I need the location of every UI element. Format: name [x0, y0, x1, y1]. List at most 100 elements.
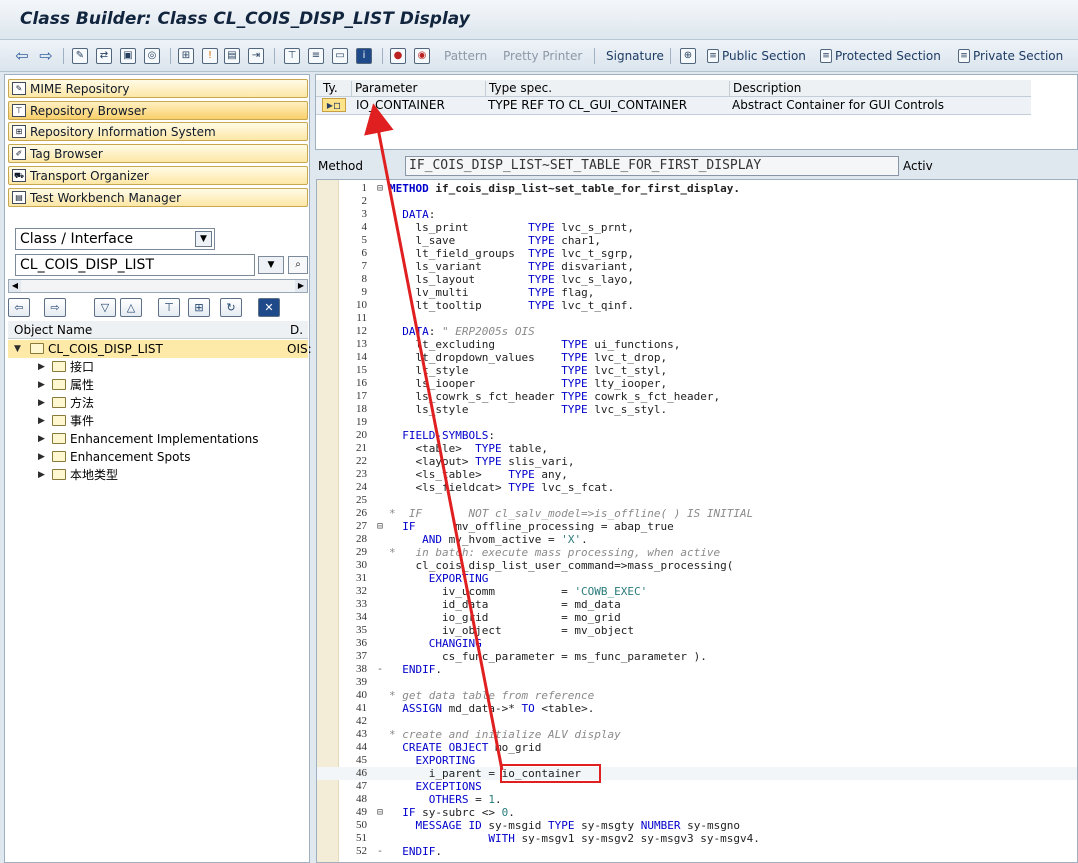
nav-transport-organizer[interactable]: ⛟ Transport Organizer — [8, 166, 308, 185]
tree-node-local-types[interactable]: ▶ 本地类型 — [8, 466, 308, 484]
nav-repository-information-system[interactable]: ⊞ Repository Information System — [8, 122, 308, 141]
signature-button[interactable]: Signature — [606, 46, 664, 66]
external-breakpoint-icon[interactable]: ◉ — [414, 46, 430, 66]
public-section-button[interactable]: ≡ Public Section — [707, 46, 806, 66]
collapse-icon[interactable]: ▽ — [94, 298, 116, 317]
code-line[interactable]: 33 id_data = md_data — [317, 598, 1077, 611]
where-used-icon[interactable]: ⊞ — [178, 46, 194, 66]
tree-node-methods[interactable]: ▶ 方法 — [8, 394, 308, 412]
code-line[interactable]: 28 AND mv_hvom_active = 'X'. — [317, 533, 1077, 546]
scroll-right-icon[interactable]: ▶ — [295, 280, 307, 292]
private-section-button[interactable]: ≡ Private Section — [958, 46, 1063, 66]
code-line[interactable]: 21 <table> TYPE table, — [317, 442, 1077, 455]
nav-repository-browser[interactable]: ⊤ Repository Browser — [8, 101, 308, 120]
collapsed-triangle-icon[interactable]: ▶ — [38, 376, 45, 394]
code-line[interactable]: 13 lt_excluding TYPE ui_functions, — [317, 338, 1077, 351]
code-line[interactable]: 23 <ls_table> TYPE any, — [317, 468, 1077, 481]
code-line[interactable]: 3 DATA: — [317, 208, 1077, 221]
code-line[interactable]: 29 * in batch: execute mass processing, w… — [317, 546, 1077, 559]
code-line[interactable]: 15 lt_style TYPE lvc_t_styl, — [317, 364, 1077, 377]
expanded-triangle-icon[interactable]: ▼ — [14, 340, 21, 358]
split-screen-icon[interactable]: ▭ — [332, 46, 348, 66]
tree-node-attributes[interactable]: ▶ 属性 — [8, 376, 308, 394]
code-line[interactable]: 18 ls_style TYPE lvc_s_styl. — [317, 403, 1077, 416]
collapsed-triangle-icon[interactable]: ▶ — [38, 412, 45, 430]
active-inactive-icon[interactable]: ⇄ — [96, 46, 112, 66]
pretty-printer-button[interactable]: Pretty Printer — [503, 46, 582, 66]
nav-tag-browser[interactable]: ✐ Tag Browser — [8, 144, 308, 163]
code-line[interactable]: 14 lt_dropdown_values TYPE lvc_t_drop, — [317, 351, 1077, 364]
code-line[interactable]: 25 — [317, 494, 1077, 507]
code-line[interactable]: 8 ls_layout TYPE lvc_s_layo, — [317, 273, 1077, 286]
code-line[interactable]: 5 l_save TYPE char1, — [317, 234, 1077, 247]
display-list-icon[interactable]: ⊞ — [188, 298, 210, 317]
code-line[interactable]: 10 lt_tooltip TYPE lvc_t_qinf. — [317, 299, 1077, 312]
code-line[interactable]: 26 * IF NOT cl_salv_model=>is_offline( ) … — [317, 507, 1077, 520]
collapsed-triangle-icon[interactable]: ▶ — [38, 466, 45, 484]
code-line[interactable]: 45 EXPORTING — [317, 754, 1077, 767]
object-name-input[interactable]: CL_COIS_DISP_LIST — [15, 254, 255, 276]
code-line[interactable]: 22 <layout> TYPE slis_vari, — [317, 455, 1077, 468]
collapsed-triangle-icon[interactable]: ▶ — [38, 358, 45, 376]
hierarchy-up-icon[interactable]: ⊤ — [158, 298, 180, 317]
code-line[interactable]: 41 ASSIGN md_data->* TO <table>. — [317, 702, 1077, 715]
code-line[interactable]: 1 ⊟ METHOD if_cois_disp_list~set_table_for… — [317, 182, 1077, 195]
code-line[interactable]: 52- ENDIF. — [317, 845, 1077, 858]
code-line[interactable]: 42 — [317, 715, 1077, 728]
code-line[interactable]: 38- ENDIF. — [317, 663, 1077, 676]
code-line[interactable]: 4 ls_print TYPE lvc_s_prnt, — [317, 221, 1077, 234]
code-line[interactable]: 47 EXCEPTIONS — [317, 780, 1077, 793]
expand-icon[interactable]: △ — [120, 298, 142, 317]
tree-node-enhancement-implementations[interactable]: ▶ Enhancement Implementations — [8, 430, 308, 448]
collapsed-triangle-icon[interactable]: ▶ — [38, 448, 45, 466]
fold-toggle-icon[interactable]: ⊟ — [377, 520, 387, 533]
next-object-icon[interactable]: ⇨ — [44, 298, 66, 317]
check-icon[interactable]: ◎ — [144, 46, 160, 66]
code-line[interactable]: 46 i_parent = io_container — [317, 767, 1077, 780]
object-list-icon[interactable]: ▤ — [224, 46, 240, 66]
code-line[interactable]: 7 ls_variant TYPE disvariant, — [317, 260, 1077, 273]
code-line[interactable]: 9 lv_multi TYPE flag, — [317, 286, 1077, 299]
enhance-icon[interactable]: ≡ — [308, 46, 324, 66]
tree-node-interfaces[interactable]: ▶ 接口 — [8, 358, 308, 376]
collapsed-triangle-icon[interactable]: ▶ — [38, 394, 45, 412]
nav-mime-repository[interactable]: ✎ MIME Repository — [8, 79, 308, 98]
display-glasses-icon[interactable]: ⌕ — [288, 256, 308, 274]
code-line[interactable]: 48 OTHERS = 1. — [317, 793, 1077, 806]
code-line[interactable]: 34 io_grid = mo_grid — [317, 611, 1077, 624]
code-line[interactable]: 40 * get data table from reference — [317, 689, 1077, 702]
object-type-select[interactable]: Class / Interface ▼ — [15, 228, 215, 250]
code-line[interactable]: 37 cs_func_parameter = ms_func_parameter… — [317, 650, 1077, 663]
code-line[interactable]: 27 ⊟ IF mv_offline_processing = abap_true — [317, 520, 1077, 533]
navigation-icon[interactable]: ⇥ — [248, 46, 264, 66]
code-line[interactable]: 51 WITH sy-msgv1 sy-msgv2 sy-msgv3 sy-ms… — [317, 832, 1077, 845]
forward-arrow-icon[interactable]: ⇨ — [38, 46, 54, 66]
code-line[interactable]: 39 — [317, 676, 1077, 689]
display-change-icon[interactable]: ✎ — [72, 46, 88, 66]
code-line[interactable]: 2 — [317, 195, 1077, 208]
code-line[interactable]: 50 MESSAGE ID sy-msgid TYPE sy-msgty NUM… — [317, 819, 1077, 832]
tree-root-node[interactable]: ▼ CL_COIS_DISP_LIST OIS: — [8, 340, 312, 358]
method-name-field[interactable]: IF_COIS_DISP_LIST~SET_TABLE_FOR_FIRST_DI… — [405, 156, 899, 176]
fold-toggle-icon[interactable]: ⊟ — [377, 806, 387, 819]
code-line[interactable]: 31 EXPORTING — [317, 572, 1077, 585]
chevron-down-icon[interactable]: ▼ — [195, 231, 212, 247]
code-line[interactable]: 16 ls_iooper TYPE lty_iooper, — [317, 377, 1077, 390]
protected-section-button[interactable]: ≡ Protected Section — [820, 46, 941, 66]
code-line[interactable]: 20 FIELD-SYMBOLS: — [317, 429, 1077, 442]
horizontal-scrollbar[interactable]: ◀ ▶ — [8, 279, 308, 293]
previous-object-icon[interactable]: ⇦ — [8, 298, 30, 317]
code-line[interactable]: 19 — [317, 416, 1077, 429]
back-arrow-icon[interactable]: ⇦ — [14, 46, 30, 66]
code-line[interactable]: 12 DATA: " ERP2005s OIS — [317, 325, 1077, 338]
code-line[interactable]: 35 iv_object = mv_object — [317, 624, 1077, 637]
nav-test-workbench-manager[interactable]: ▤ Test Workbench Manager — [8, 188, 308, 207]
close-icon[interactable]: ✕ — [258, 298, 280, 317]
hierarchy-icon[interactable]: ⊤ — [284, 46, 300, 66]
code-line[interactable]: 44 CREATE OBJECT mo_grid — [317, 741, 1077, 754]
code-line[interactable]: 6 lt_field_groups TYPE lvc_t_sgrp, — [317, 247, 1077, 260]
code-line[interactable]: 11 — [317, 312, 1077, 325]
hierarchy-puzzle-icon[interactable]: ⊕ — [680, 46, 696, 66]
abap-code-editor[interactable]: 1 ⊟ METHOD if_cois_disp_list~set_table_for… — [316, 179, 1078, 863]
code-line[interactable]: 30 cl_cois_disp_list_user_command=>mass_… — [317, 559, 1077, 572]
